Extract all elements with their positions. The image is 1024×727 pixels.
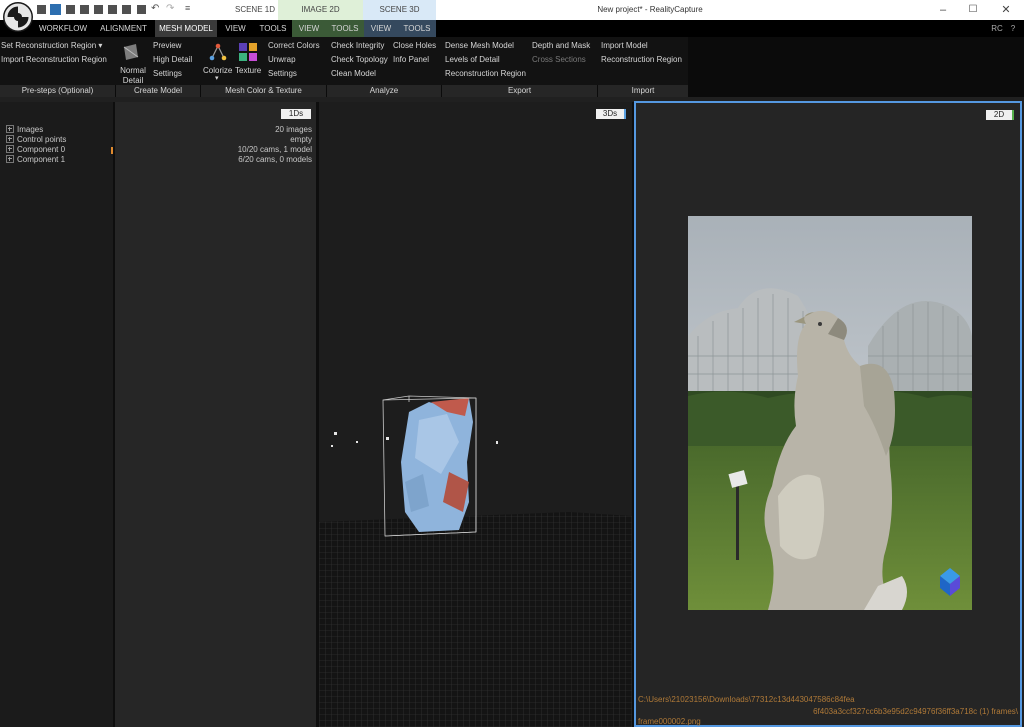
normal-detail-icon[interactable]: [122, 43, 140, 61]
normal-detail-button[interactable]: Normal Detail: [119, 66, 147, 86]
panel-tag-1ds[interactable]: 1Ds: [281, 109, 311, 119]
menu-view[interactable]: VIEW: [217, 20, 254, 37]
menu-tools-3d[interactable]: TOOLS: [398, 20, 436, 37]
group-label-mesh-color: Mesh Color & Texture: [201, 85, 327, 97]
dropdown-arrow-icon[interactable]: ▾: [98, 41, 102, 50]
value-control-points: empty: [290, 135, 312, 144]
check-integrity-button[interactable]: Check Integrity: [331, 41, 384, 50]
tree-item-control-points[interactable]: Control points: [6, 135, 66, 144]
export-depth-mask-button[interactable]: Depth and Mask: [532, 41, 590, 50]
layout-icon[interactable]: [137, 5, 146, 14]
texture-settings-button[interactable]: Settings: [268, 69, 297, 78]
menu-mesh-model[interactable]: MESH MODEL: [155, 20, 217, 37]
expand-icon[interactable]: [6, 145, 14, 153]
close-holes-button[interactable]: Close Holes: [393, 41, 436, 50]
image-path-line-2: 6f403a3ccf327cc6b3e95d2c94976f36ff3a718c…: [813, 707, 1018, 716]
redo-icon[interactable]: ↷: [166, 3, 174, 14]
correct-colors-button[interactable]: Correct Colors: [268, 41, 320, 50]
texture-icon[interactable]: [238, 42, 258, 62]
window-title: New project* - RealityCapture: [597, 5, 703, 14]
colorize-icon[interactable]: [208, 42, 228, 62]
colorize-dropdown-icon[interactable]: ▾: [215, 74, 219, 82]
create-settings-button[interactable]: Settings: [153, 69, 182, 78]
ground-grid: [319, 512, 632, 727]
check-topology-button[interactable]: Check Topology: [331, 55, 388, 64]
tab-image-2d[interactable]: IMAGE 2D: [278, 0, 363, 20]
set-reconstruction-region-button[interactable]: Set Reconstruction Region ▾: [1, 41, 102, 50]
export-reconstruction-region-button[interactable]: Reconstruction Region: [445, 69, 526, 78]
ribbon-empty-area: [688, 37, 1024, 97]
group-label-import: Import: [598, 85, 688, 97]
panel-1ds-values: 1Ds 20 images empty 10/20 cams, 1 model …: [115, 102, 316, 727]
texture-button[interactable]: Texture: [235, 66, 261, 75]
tree-item-component-0[interactable]: Component 0: [6, 145, 65, 154]
viewport-3d[interactable]: 3Ds: [319, 102, 632, 727]
rc-label: RC: [991, 24, 1003, 33]
tag-accent: [1012, 110, 1014, 120]
menu-workflow[interactable]: WORKFLOW: [34, 20, 92, 37]
group-label-create-model: Create Model: [116, 85, 201, 97]
preview-button[interactable]: Preview: [153, 41, 181, 50]
export-dense-mesh-button[interactable]: Dense Mesh Model: [445, 41, 514, 50]
info-panel-button[interactable]: Info Panel: [393, 55, 429, 64]
close-icon[interactable]: ✕: [991, 0, 1021, 20]
layout-icon[interactable]: [122, 5, 131, 14]
group-label-export: Export: [442, 85, 598, 97]
menu-tools[interactable]: TOOLS: [254, 20, 292, 37]
tree-item-component-1[interactable]: Component 1: [6, 155, 65, 164]
photo-griffin-statue[interactable]: [688, 216, 972, 610]
menu-alignment[interactable]: ALIGNMENT: [92, 20, 155, 37]
minimize-icon[interactable]: –: [928, 0, 958, 20]
menu-tools-2d[interactable]: TOOLS: [326, 20, 364, 37]
group-label-analyze: Analyze: [327, 85, 442, 97]
mesh-model[interactable]: [401, 398, 473, 532]
layout-icon[interactable]: [80, 5, 89, 14]
unwrap-button[interactable]: Unwrap: [268, 55, 296, 64]
expand-icon[interactable]: [6, 155, 14, 163]
export-cross-sections-button[interactable]: Cross Sections: [532, 55, 586, 64]
layout-icon[interactable]: [66, 5, 75, 14]
maximize-icon[interactable]: ☐: [958, 0, 988, 20]
layout-icon[interactable]: [94, 5, 103, 14]
image-filename: frame000002.png: [638, 717, 701, 726]
menu-bar: WORKFLOW ALIGNMENT MESH MODEL VIEW TOOLS…: [0, 20, 1024, 37]
high-detail-button[interactable]: High Detail: [153, 55, 192, 64]
panel-1ds-tree: Images Control points Component 0 Compon…: [0, 102, 113, 727]
tree-item-images[interactable]: Images: [6, 125, 43, 134]
layout-icon[interactable]: [108, 5, 117, 14]
scene-3d[interactable]: [319, 102, 632, 727]
group-label-presteps: Pre-steps (Optional): [0, 85, 116, 97]
menu-view-3d[interactable]: VIEW: [364, 20, 398, 37]
tab-scene-3d[interactable]: SCENE 3D: [363, 0, 436, 20]
title-bar: ↶ ↷ ≡ SCENE 1D IMAGE 2D SCENE 3D New pro…: [0, 0, 1024, 20]
import-model-button[interactable]: Import Model: [601, 41, 648, 50]
clean-model-button[interactable]: Clean Model: [331, 69, 376, 78]
value-component-1: 6/20 cams, 0 models: [238, 155, 312, 164]
import-reconstruction-region-button[interactable]: Import Reconstruction Region: [1, 55, 107, 64]
viewport-2d[interactable]: 2D C:\Users\21023156\Downloads\77312c13d…: [634, 101, 1022, 727]
value-component-0: 10/20 cams, 1 model: [237, 145, 312, 154]
help-icon[interactable]: ?: [1006, 20, 1020, 37]
quick-access-menu-icon[interactable]: ≡: [185, 3, 190, 13]
import-reconstruction-region-ribbon-button[interactable]: Reconstruction Region: [601, 55, 682, 64]
menu-view-2d[interactable]: VIEW: [292, 20, 326, 37]
panel-tag-2d[interactable]: 2D: [986, 110, 1012, 120]
layout-active-icon[interactable]: [50, 4, 61, 15]
layout-icon[interactable]: [37, 5, 46, 14]
image-path-line-1: C:\Users\21023156\Downloads\77312c13d443…: [638, 695, 855, 704]
value-images: 20 images: [275, 125, 312, 134]
export-levels-of-detail-button[interactable]: Levels of Detail: [445, 55, 500, 64]
undo-icon[interactable]: ↶: [151, 3, 159, 14]
expand-icon[interactable]: [6, 125, 14, 133]
app-logo[interactable]: [3, 2, 33, 32]
expand-icon[interactable]: [6, 135, 14, 143]
